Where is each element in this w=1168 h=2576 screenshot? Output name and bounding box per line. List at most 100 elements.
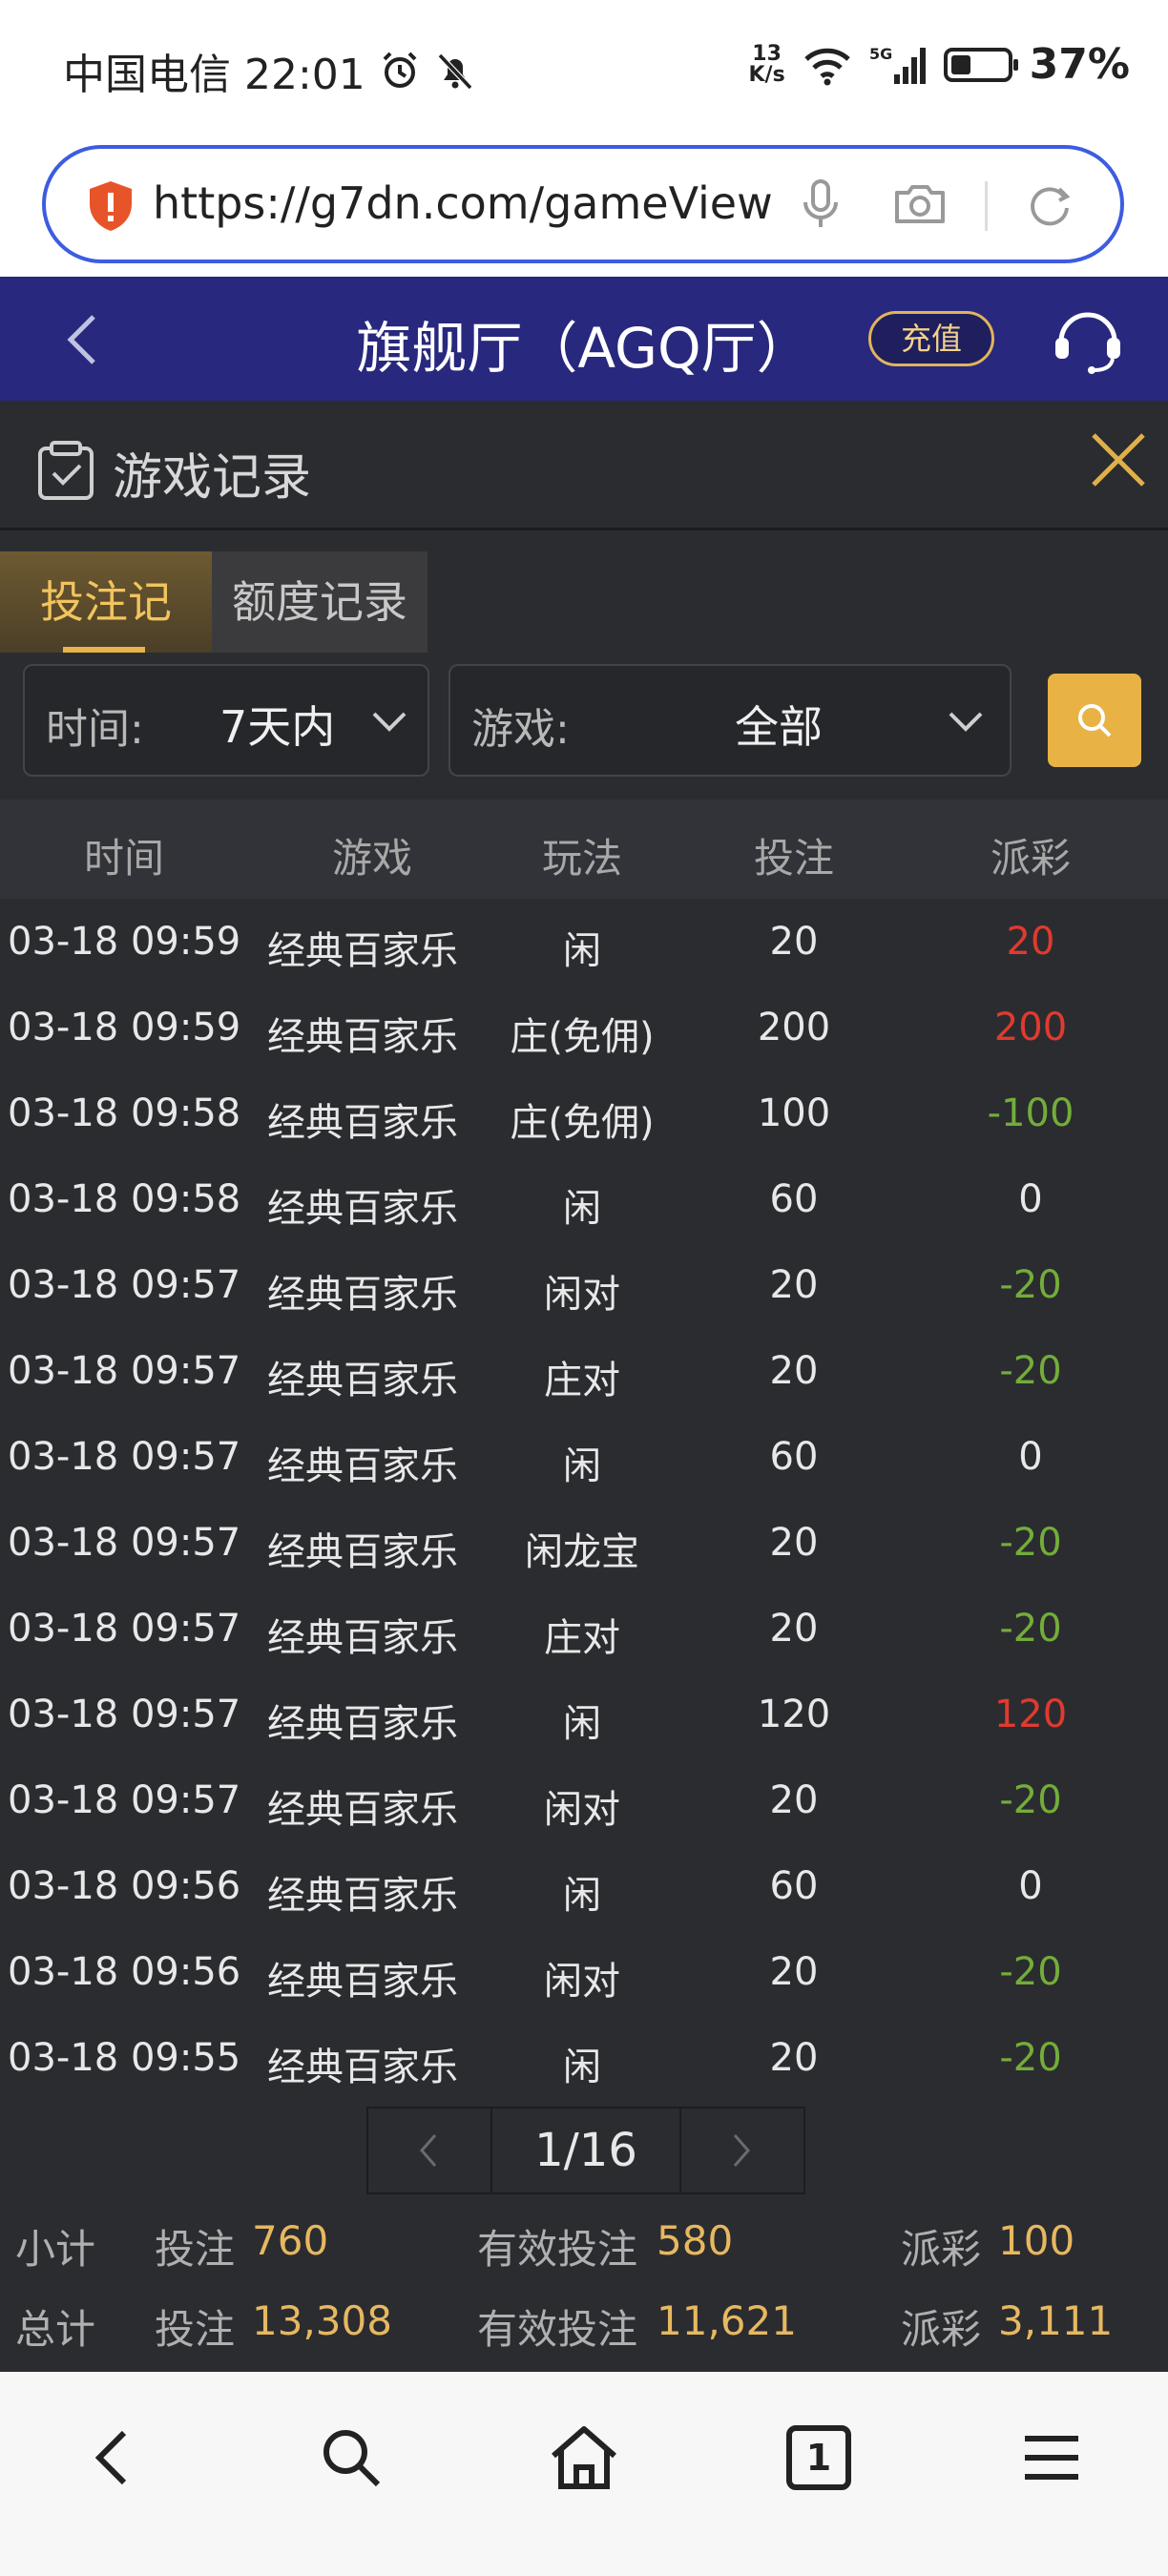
search-button[interactable] [1048,674,1141,767]
net-speed-value: 13 [752,41,782,66]
row-game: 经典百家乐 [267,1273,458,1317]
modal-title: 游戏记录 [113,449,312,507]
row-play: 闲对 [544,1273,620,1317]
row-time: 03-18 09:56 [8,1950,241,1994]
tab-count-icon[interactable]: 1 [781,2420,857,2496]
row-time: 03-18 09:58 [8,1177,241,1221]
row-play: 庄(免佣) [510,1015,655,1059]
row-payout: -20 [999,1263,1062,1307]
row-bet: 100 [757,1091,831,1135]
reload-icon[interactable] [1021,176,1078,233]
search-icon [1078,704,1112,737]
url-text[interactable]: https://g7dn.com/gameView [153,177,782,229]
game-record-panel: 游戏记录 投注记录 额度记录 时间: 7天内 游戏: 全部 时间 游戏 玩法 投… [0,401,1168,2372]
total-label: 总计 [15,2306,96,2353]
row-bet: 200 [757,1006,831,1049]
battery-fill [950,54,971,74]
row-payout: -20 [999,1778,1062,1822]
time-filter-value: 7天内 [219,701,336,753]
table-row: 03-18 09:57 经典百家乐 闲对 20 -20 [0,1757,1168,1843]
game-filter-value: 全部 [735,701,823,753]
chevron-left-icon [420,2134,437,2167]
carrier-time: 中国电信 22:01 [63,51,365,99]
app-header: 旗舰厅（AGQ厅） 充值 [0,277,1168,401]
row-payout: -20 [999,1607,1062,1651]
header-play: 玩法 [541,835,622,882]
row-bet: 60 [769,1435,819,1479]
headset-icon[interactable] [1050,303,1126,376]
row-time: 03-18 09:59 [8,1006,241,1049]
game-filter-select[interactable]: 游戏: 全部 [448,664,1012,777]
subtotal-row: 小计 投注 760 有效投注 580 派彩 100 [0,2217,1168,2294]
row-game: 经典百家乐 [267,1015,458,1059]
search-icon[interactable] [313,2420,389,2496]
table-row: 03-18 09:55 经典百家乐 闲 20 -20 [0,2015,1168,2101]
table-row: 03-18 09:57 经典百家乐 闲龙宝 20 -20 [0,1500,1168,1586]
total-row: 总计 投注 13,308 有效投注 11,621 派彩 3,111 [0,2297,1168,2374]
row-bet: 20 [769,1778,819,1822]
table-row: 03-18 09:57 经典百家乐 庄对 20 -20 [0,1328,1168,1414]
next-page-button[interactable] [681,2109,803,2192]
subtotal-valid-value: 580 [657,2217,734,2264]
row-play: 闲 [563,929,601,973]
game-filter-label: 游戏: [471,705,570,754]
table-row: 03-18 09:56 经典百家乐 闲对 20 -20 [0,1929,1168,2015]
row-play: 庄对 [544,1616,620,1660]
shield-icon[interactable] [86,179,136,233]
camera-icon[interactable] [891,176,949,233]
row-play: 闲对 [544,1960,620,2004]
row-game: 经典百家乐 [267,1101,458,1145]
address-bar[interactable]: https://g7dn.com/gameView [42,145,1124,263]
row-game: 经典百家乐 [267,1616,458,1660]
table-row: 03-18 09:58 经典百家乐 庄(免佣) 100 -100 [0,1070,1168,1156]
header-game: 游戏 [331,835,412,882]
total-valid-value: 11,621 [657,2297,797,2344]
total-bet-label: 投注 [155,2306,236,2353]
prev-page-button[interactable] [368,2109,490,2192]
row-time: 03-18 09:57 [8,1778,241,1822]
close-icon[interactable] [1088,429,1149,490]
row-time: 03-18 09:57 [8,1521,241,1565]
tab-credit-records[interactable]: 额度记录 [212,551,428,653]
row-play: 闲 [563,1874,601,1918]
url-separator [985,181,988,231]
clipboard-check-icon [38,441,94,500]
status-left: 中国电信 22:01 [63,40,476,101]
subtotal-bet-value: 760 [252,2217,329,2264]
menu-icon[interactable] [1013,2420,1090,2496]
page-indicator: 1/16 [490,2109,681,2192]
row-payout: -20 [999,1521,1062,1565]
table-row: 03-18 09:59 经典百家乐 闲 20 20 [0,899,1168,985]
table-row: 03-18 09:57 经典百家乐 闲 120 120 [0,1672,1168,1757]
back-icon[interactable] [76,2420,153,2496]
mic-icon[interactable] [792,176,849,233]
row-payout: 200 [993,1006,1068,1049]
chevron-down-icon [372,712,407,732]
header-divider [0,528,1168,530]
row-time: 03-18 09:57 [8,1349,241,1393]
row-payout: 0 [1018,1177,1043,1221]
row-game: 经典百家乐 [267,929,458,973]
home-icon[interactable] [546,2420,622,2496]
row-time: 03-18 09:57 [8,1607,241,1651]
row-play: 闲龙宝 [525,1530,639,1574]
row-payout: 0 [1018,1864,1043,1908]
tab-bet-records[interactable]: 投注记录 [0,551,212,729]
table-row: 03-18 09:57 经典百家乐 庄对 20 -20 [0,1586,1168,1672]
row-time: 03-18 09:57 [8,1263,241,1307]
row-play: 闲 [563,1187,601,1231]
time-filter-select[interactable]: 时间: 7天内 [23,664,429,777]
table-header: 时间 游戏 玩法 投注 派彩 [0,800,1168,899]
total-bet-value: 13,308 [252,2297,392,2344]
recharge-button[interactable]: 充值 [868,311,994,366]
table-row: 03-18 09:59 经典百家乐 庄(免佣) 200 200 [0,985,1168,1070]
total-valid-label: 有效投注 [477,2306,638,2353]
row-bet: 20 [769,2036,819,2080]
status-right: 13 K/s 5G 37% [748,40,1130,89]
row-bet: 20 [769,920,819,964]
svg-text:5G: 5G [869,45,892,63]
signal-icon: 5G [869,45,926,84]
row-bet: 20 [769,1950,819,1994]
row-game: 经典百家乐 [267,2046,458,2089]
total-payout-value: 3,111 [998,2297,1114,2344]
